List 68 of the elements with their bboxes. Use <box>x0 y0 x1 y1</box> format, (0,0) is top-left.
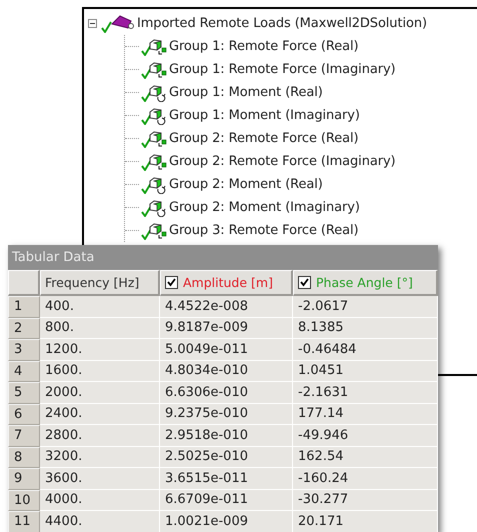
loads-folder-icon <box>101 14 135 32</box>
tree-item[interactable]: Group 1: Remote Force (Imaginary) <box>169 62 396 77</box>
table-cell: 2000. <box>40 382 160 404</box>
table-cell: 3.6515e-011 <box>160 468 293 490</box>
table-cell: 800. <box>40 318 160 339</box>
collapse-toggle[interactable] <box>88 19 97 28</box>
table-cell: 3200. <box>40 446 160 468</box>
corner-header <box>8 270 40 296</box>
row-header[interactable]: 4 <box>8 360 40 382</box>
column-header[interactable]: Frequency [Hz] <box>40 270 160 296</box>
table-cell: 5.0049e-011 <box>160 339 293 360</box>
table-cell: 1.0451 <box>293 360 438 382</box>
table-cell: -2.1631 <box>293 382 438 404</box>
row-header[interactable]: 6 <box>8 404 40 425</box>
column-checkbox[interactable] <box>165 276 178 289</box>
row-header[interactable]: 8 <box>8 446 40 468</box>
tree-item[interactable]: Group 1: Moment (Real) <box>169 85 323 100</box>
cube-force-icon <box>141 130 167 148</box>
tree-item[interactable]: Group 2: Moment (Real) <box>169 177 323 192</box>
row-header[interactable]: 11 <box>8 511 40 532</box>
cube-moment-icon <box>141 176 167 194</box>
tree-item[interactable]: Group 2: Moment (Imaginary) <box>169 200 360 215</box>
table-cell: -30.277 <box>293 490 438 511</box>
tree-item[interactable]: Imported Remote Loads (Maxwell2DSolution) <box>137 16 427 31</box>
table-cell: 4000. <box>40 490 160 511</box>
row-header[interactable]: 3 <box>8 339 40 360</box>
table-cell: 2.5025e-010 <box>160 446 293 468</box>
row-header[interactable]: 10 <box>8 490 40 511</box>
table-cell: 1200. <box>40 339 160 360</box>
column-checkbox[interactable] <box>298 276 311 289</box>
tree-item[interactable]: Group 3: Remote Force (Real) <box>169 223 358 238</box>
table-cell: -0.46484 <box>293 339 438 360</box>
row-header[interactable]: 9 <box>8 468 40 490</box>
tree-item[interactable]: Group 2: Remote Force (Real) <box>169 131 358 146</box>
cube-force-icon <box>141 152 167 170</box>
tree-item[interactable]: Group 2: Remote Force (Imaginary) <box>169 154 396 169</box>
cube-force-icon <box>141 60 167 78</box>
row-header[interactable]: 1 <box>8 296 40 318</box>
table-cell: 6.6709e-011 <box>160 490 293 511</box>
table-cell: 4.8034e-010 <box>160 360 293 382</box>
table-cell: 1600. <box>40 360 160 382</box>
tree-item[interactable]: Group 1: Remote Force (Real) <box>169 39 358 54</box>
table-cell: 2.9518e-010 <box>160 425 293 446</box>
cube-force-icon <box>141 222 167 240</box>
table-cell: -2.0617 <box>293 296 438 318</box>
table-cell: -49.946 <box>293 425 438 446</box>
cube-moment-icon <box>141 198 167 216</box>
row-header[interactable]: 2 <box>8 318 40 339</box>
table-cell: 2400. <box>40 404 160 425</box>
table-cell: 162.54 <box>293 446 438 468</box>
row-header[interactable]: 7 <box>8 425 40 446</box>
cube-moment-icon <box>141 84 167 102</box>
table-cell: 9.8187e-009 <box>160 318 293 339</box>
cube-moment-icon <box>141 106 167 124</box>
table-cell: 177.14 <box>293 404 438 425</box>
row-header[interactable]: 5 <box>8 382 40 404</box>
panel-title: Tabular Data <box>12 250 94 265</box>
cube-force-icon <box>141 38 167 56</box>
table-cell: 3600. <box>40 468 160 490</box>
table-cell: 4.4522e-008 <box>160 296 293 318</box>
table-cell: 2800. <box>40 425 160 446</box>
tree-item[interactable]: Group 1: Moment (Imaginary) <box>169 108 360 123</box>
table-cell: 9.2375e-010 <box>160 404 293 425</box>
table-cell: 8.1385 <box>293 318 438 339</box>
column-header[interactable]: Amplitude [m] <box>160 270 293 296</box>
table-cell: -160.24 <box>293 468 438 490</box>
table-cell: 400. <box>40 296 160 318</box>
table-cell: 6.6306e-010 <box>160 382 293 404</box>
